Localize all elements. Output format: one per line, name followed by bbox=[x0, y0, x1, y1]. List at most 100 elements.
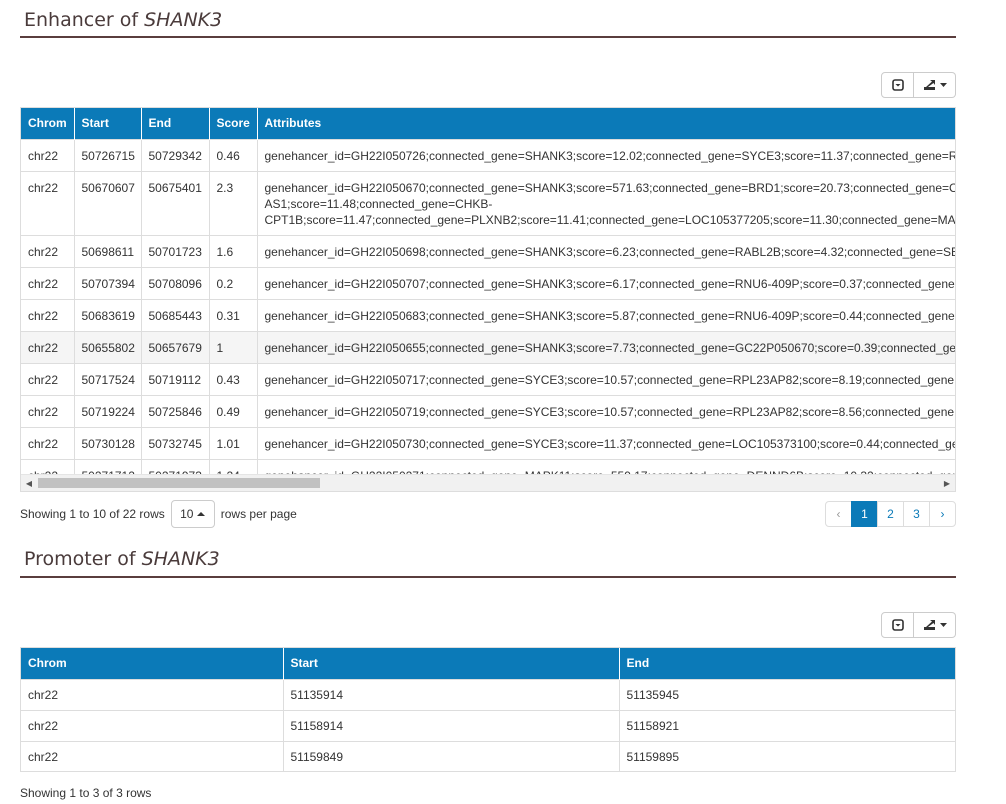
cell-attributes: genehancer_id=GH22I050719;connected_gene… bbox=[257, 394, 955, 427]
enhancer-pagination-info: Showing 1 to 10 of 22 rows 10 rows per p… bbox=[20, 500, 297, 528]
table-row: chr22 51135914 51135945 bbox=[21, 678, 955, 710]
table-row: chr22 50670607 50675401 2.3 genehancer_i… bbox=[21, 170, 955, 235]
cell-attributes: genehancer_id=GH22I050670;connected_gene… bbox=[257, 170, 955, 235]
page-2-button[interactable]: 2 bbox=[877, 501, 904, 527]
toggle-view-icon bbox=[891, 619, 904, 631]
cell-start: 51159849 bbox=[283, 740, 620, 771]
cell-start: 50707394 bbox=[74, 266, 142, 299]
cell-chrom: chr22 bbox=[21, 740, 284, 771]
promoter-table-container: Chrom Start End chr22 51135914 51135945 … bbox=[20, 647, 956, 772]
cell-end: 50708096 bbox=[141, 266, 210, 299]
column-header-start[interactable]: Start bbox=[283, 648, 620, 679]
cell-end: 50719112 bbox=[141, 362, 210, 395]
promoter-showing-text: Showing 1 to 3 of 3 rows bbox=[20, 786, 152, 800]
table-row-highlighted: chr22 50655802 50657679 1 genehancer_id=… bbox=[21, 330, 955, 363]
table-row: chr22 50707394 50708096 0.2 genehancer_i… bbox=[21, 266, 955, 299]
cell-start: 50719224 bbox=[74, 394, 142, 427]
cell-chrom: chr22 bbox=[21, 330, 75, 363]
rows-per-page-label: rows per page bbox=[220, 507, 297, 521]
cell-attributes: genehancer_id=GH22I050717;connected_gene… bbox=[257, 362, 955, 395]
enhancer-table: Chrom Start End Score Attributes chr22 5… bbox=[21, 108, 955, 491]
caret-down-icon bbox=[939, 83, 947, 87]
promoter-toggle-view-button[interactable] bbox=[881, 612, 914, 638]
promoter-table: Chrom Start End chr22 51135914 51135945 … bbox=[21, 648, 955, 771]
cell-chrom: chr22 bbox=[21, 362, 75, 395]
enhancer-header-row: Chrom Start End Score Attributes bbox=[21, 108, 955, 139]
promoter-title-gene: SHANK3 bbox=[141, 548, 220, 570]
cell-end: 50675401 bbox=[141, 170, 210, 235]
table-row: chr22 50726715 50729342 0.46 genehancer_… bbox=[21, 138, 955, 171]
page-next-button[interactable]: › bbox=[929, 501, 956, 527]
column-header-chrom[interactable]: Chrom bbox=[21, 648, 284, 679]
enhancer-title-prefix: Enhancer of bbox=[24, 9, 145, 31]
cell-score: 0.46 bbox=[209, 138, 258, 171]
cell-start: 51135914 bbox=[283, 678, 620, 710]
cell-score: 2.3 bbox=[209, 170, 258, 235]
cell-attributes: genehancer_id=GH22I050707;connected_gene… bbox=[257, 266, 955, 299]
enhancer-export-button[interactable] bbox=[914, 72, 956, 98]
column-header-start[interactable]: Start bbox=[74, 108, 142, 139]
scrollbar-thumb[interactable] bbox=[38, 478, 320, 488]
cell-start: 51158914 bbox=[283, 709, 620, 741]
enhancer-toggle-view-button[interactable] bbox=[881, 72, 914, 98]
promoter-section-title: Promoter of SHANK3 bbox=[20, 545, 956, 578]
enhancer-showing-text: Showing 1 to 10 of 22 rows bbox=[20, 507, 165, 521]
cell-end: 51135945 bbox=[619, 678, 955, 710]
cell-score: 0.49 bbox=[209, 394, 258, 427]
cell-chrom: chr22 bbox=[21, 678, 284, 710]
scroll-right-arrow-icon[interactable]: ▶ bbox=[939, 475, 955, 491]
cell-start: 50698611 bbox=[74, 234, 142, 267]
cell-score: 0.2 bbox=[209, 266, 258, 299]
cell-start: 50683619 bbox=[74, 298, 142, 331]
promoter-title-prefix: Promoter of bbox=[24, 548, 142, 570]
page-size-value: 10 bbox=[180, 507, 194, 521]
cell-chrom: chr22 bbox=[21, 709, 284, 741]
cell-end: 51159895 bbox=[619, 740, 955, 771]
cell-chrom: chr22 bbox=[21, 394, 75, 427]
page-3-button[interactable]: 3 bbox=[903, 501, 930, 527]
column-header-chrom[interactable]: Chrom bbox=[21, 108, 75, 139]
cell-start: 50730128 bbox=[74, 426, 142, 459]
cell-end: 50732745 bbox=[141, 426, 210, 459]
cell-end: 51158921 bbox=[619, 709, 955, 741]
enhancer-pagination: ‹ 1 2 3 › bbox=[825, 501, 956, 527]
column-header-attributes[interactable]: Attributes bbox=[257, 108, 955, 139]
cell-score: 1.6 bbox=[209, 234, 258, 267]
horizontal-scrollbar[interactable]: ◀ ▶ bbox=[21, 474, 955, 491]
cell-end: 50725846 bbox=[141, 394, 210, 427]
promoter-header-row: Chrom Start End bbox=[21, 648, 955, 679]
cell-score: 0.31 bbox=[209, 298, 258, 331]
cell-chrom: chr22 bbox=[21, 298, 75, 331]
column-header-end[interactable]: End bbox=[141, 108, 210, 139]
table-row: chr22 51158914 51158921 bbox=[21, 709, 955, 741]
cell-chrom: chr22 bbox=[21, 170, 75, 235]
cell-end: 50701723 bbox=[141, 234, 210, 267]
column-header-score[interactable]: Score bbox=[209, 108, 258, 139]
cell-end: 50729342 bbox=[141, 138, 210, 171]
page-size-dropdown[interactable]: 10 bbox=[170, 500, 215, 528]
cell-start: 50655802 bbox=[74, 330, 142, 363]
toggle-view-icon bbox=[891, 79, 904, 91]
cell-start: 50726715 bbox=[74, 138, 142, 171]
cell-attributes: genehancer_id=GH22I050698;connected_gene… bbox=[257, 234, 955, 267]
page-prev-button[interactable]: ‹ bbox=[825, 501, 852, 527]
cell-chrom: chr22 bbox=[21, 138, 75, 171]
export-icon bbox=[923, 80, 935, 90]
table-row: chr22 50730128 50732745 1.01 genehancer_… bbox=[21, 426, 955, 459]
cell-end: 50685443 bbox=[141, 298, 210, 331]
caret-down-icon bbox=[939, 623, 947, 627]
cell-end: 50657679 bbox=[141, 330, 210, 363]
enhancer-section-title: Enhancer of SHANK3 bbox=[20, 6, 956, 38]
export-icon bbox=[923, 620, 935, 630]
table-row: chr22 50719224 50725846 0.49 genehancer_… bbox=[21, 394, 955, 427]
cell-chrom: chr22 bbox=[21, 426, 75, 459]
page-1-button[interactable]: 1 bbox=[851, 501, 878, 527]
cell-start: 50717524 bbox=[74, 362, 142, 395]
enhancer-table-container[interactable]: Chrom Start End Score Attributes chr22 5… bbox=[20, 107, 956, 492]
scroll-left-arrow-icon[interactable]: ◀ bbox=[21, 475, 37, 491]
table-row: chr22 50717524 50719112 0.43 genehancer_… bbox=[21, 362, 955, 395]
promoter-export-button[interactable] bbox=[914, 612, 956, 638]
cell-score: 1.01 bbox=[209, 426, 258, 459]
column-header-end[interactable]: End bbox=[619, 648, 955, 679]
cell-attributes: genehancer_id=GH22I050730;connected_gene… bbox=[257, 426, 955, 459]
